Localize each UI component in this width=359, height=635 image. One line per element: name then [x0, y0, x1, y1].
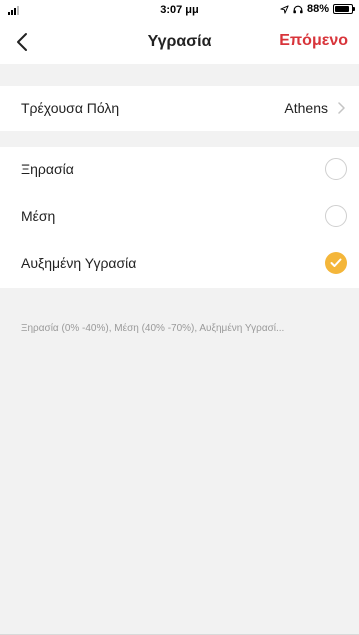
radio-unchecked-icon[interactable]	[325, 205, 347, 227]
option-label: Μέση	[21, 208, 56, 224]
chevron-right-icon	[338, 102, 345, 114]
option-medium[interactable]: Μέση	[0, 194, 359, 241]
option-label: Ξηρασία	[21, 161, 74, 177]
current-city-row[interactable]: Τρέχουσα Πόλη Athens	[0, 86, 359, 131]
current-city-value: Athens	[284, 100, 328, 116]
humidity-ranges-note: Ξηρασία (0% -40%), Μέση (40% -70%), Αυξη…	[21, 323, 285, 334]
checkmark-icon	[330, 258, 342, 267]
battery-fill	[335, 6, 350, 12]
app-screen: 3:07 μμ 88% Υγρασία Επόμενο Τρέχουσα Πόλ…	[0, 0, 359, 635]
headphones-icon	[293, 5, 303, 13]
nav-bar: Υγρασία Επόμενο	[0, 20, 359, 64]
option-high-humidity[interactable]: Αυξημένη Υγρασία	[0, 241, 359, 288]
radio-checked-icon[interactable]	[325, 252, 347, 274]
option-label: Αυξημένη Υγρασία	[21, 255, 137, 271]
radio-unchecked-icon[interactable]	[325, 158, 347, 180]
next-button[interactable]: Επόμενο	[279, 32, 348, 50]
current-city-label: Τρέχουσα Πόλη	[21, 100, 120, 116]
option-dry[interactable]: Ξηρασία	[0, 147, 359, 194]
status-indicators: 88%	[280, 3, 355, 15]
humidity-options-list: Ξηρασία Μέση Αυξημένη Υγρασία	[0, 147, 359, 288]
status-bar: 3:07 μμ 88%	[0, 0, 359, 20]
battery-icon	[333, 4, 355, 14]
location-arrow-icon	[280, 4, 289, 14]
battery-percent: 88%	[306, 3, 329, 15]
